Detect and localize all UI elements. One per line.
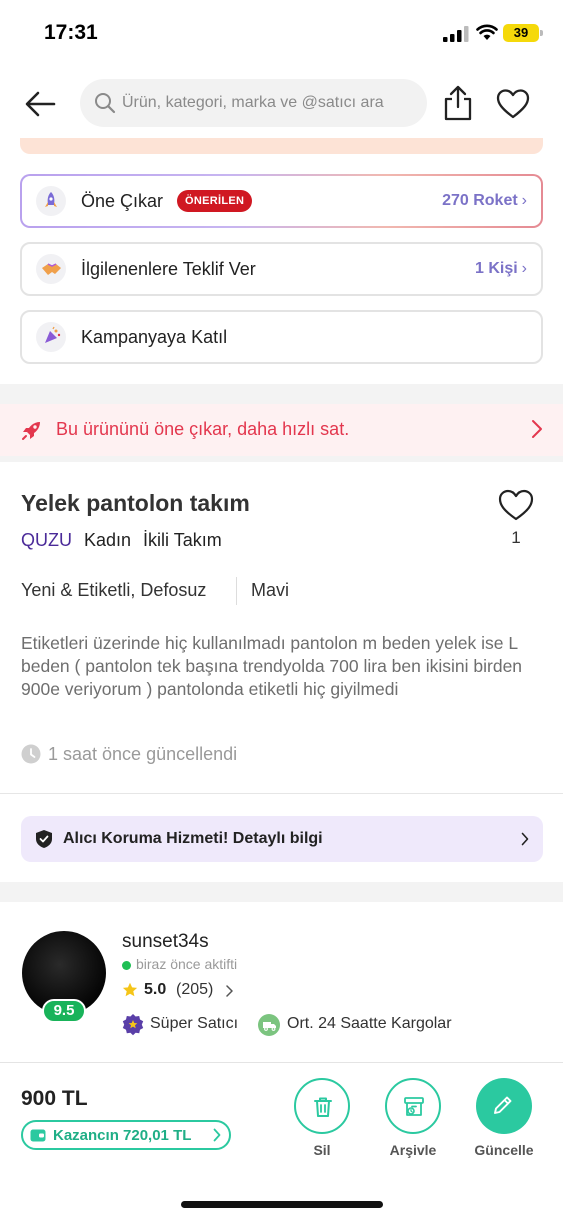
- boost-card-value: 270 Roket ›: [442, 192, 527, 210]
- star-icon: [122, 982, 138, 997]
- fast-shipping-icon: [258, 1014, 280, 1036]
- delete-button[interactable]: [294, 1078, 350, 1134]
- like-heart-icon[interactable]: [497, 488, 535, 522]
- product-condition: Yeni & Etiketli, Defosuz: [21, 580, 207, 600]
- search-icon: [95, 93, 116, 114]
- battery-indicator: 39: [503, 24, 539, 42]
- campaign-icon: [36, 322, 66, 352]
- chevron-right-icon: [213, 1128, 221, 1142]
- bottom-action-bar: 900 TL Kazancın 720,01 TL Sil Arşivle Gü…: [0, 1062, 563, 1218]
- earnings-button[interactable]: Kazancın 720,01 TL: [21, 1120, 231, 1150]
- promo-text: Bu ürününü öne çıkar, daha hızlı sat.: [56, 419, 350, 439]
- product-meta: QUZU Kadın İkili Takım: [21, 530, 234, 551]
- chevron-right-icon[interactable]: [226, 985, 233, 997]
- offer-card-label: İlgilenenlere Teklif Ver: [81, 259, 256, 279]
- back-arrow-icon[interactable]: [22, 88, 58, 120]
- pencil-icon: [494, 1096, 512, 1114]
- seller-activity: biraz önce aktifti: [136, 956, 238, 972]
- battery-cap: [540, 30, 543, 36]
- super-seller-badge: Süper Satıcı: [150, 1015, 239, 1032]
- boost-card-label: Öne Çıkar: [81, 191, 164, 211]
- section-gap: [0, 384, 563, 404]
- brand-link[interactable]: QUZU: [21, 530, 72, 550]
- seller-rating: 5.0: [144, 981, 167, 998]
- campaign-card[interactable]: Kampanyaya Katıl: [20, 310, 543, 364]
- seller-score-badge: 9.5: [42, 999, 86, 1023]
- buyer-protection-banner[interactable]: Alıcı Koruma Hizmeti! Detaylı bilgi: [21, 816, 543, 862]
- product-description: Etiketleri üzerinde hiç kullanılmadı pan…: [21, 633, 523, 699]
- gender-link[interactable]: Kadın: [84, 530, 131, 550]
- search-input[interactable]: Ürün, kategori, marka ve @satıcı ara: [122, 94, 384, 112]
- chevron-right-icon: [521, 832, 529, 846]
- signal-icon: [443, 26, 469, 42]
- status-time: 17:31: [44, 21, 98, 44]
- online-status-dot: [122, 961, 131, 970]
- like-count: 1: [511, 528, 521, 547]
- category-link[interactable]: İkili Takım: [143, 530, 222, 550]
- delete-label: Sil: [313, 1142, 331, 1158]
- campaign-card-label: Kampanyaya Katıl: [81, 327, 228, 347]
- recommended-badge: ÖNERİLEN: [177, 190, 253, 212]
- rocket-icon: [22, 422, 40, 440]
- rocket-count: 270 Roket: [442, 192, 518, 209]
- archive-icon: [404, 1097, 424, 1116]
- review-count[interactable]: (205): [176, 981, 213, 999]
- updated-time: 1 saat önce güncellendi: [48, 744, 238, 764]
- offer-card[interactable]: İlgilenenlere Teklif Ver 1 Kişi ›: [20, 242, 543, 296]
- section-gap: [0, 456, 563, 462]
- chevron-right-icon: [532, 420, 542, 438]
- share-icon[interactable]: [442, 84, 474, 122]
- update-label: Güncelle: [474, 1142, 534, 1158]
- attribute-divider: [236, 577, 237, 605]
- update-button[interactable]: [476, 1078, 532, 1134]
- rocket-icon: [36, 186, 66, 216]
- wifi-icon: [476, 24, 498, 40]
- search-bar[interactable]: Ürün, kategori, marka ve @satıcı ara: [80, 79, 427, 127]
- shield-check-icon: [36, 830, 52, 848]
- price: 900 TL: [21, 1087, 88, 1110]
- wallet-icon: [30, 1129, 46, 1142]
- archive-button[interactable]: [385, 1078, 441, 1134]
- trash-icon: [314, 1097, 332, 1117]
- handshake-icon: [36, 254, 66, 284]
- clock-icon: [21, 744, 41, 764]
- boost-card-featured[interactable]: Öne Çıkar ÖNERİLEN 270 Roket ›: [20, 174, 543, 228]
- section-gap: [0, 882, 563, 902]
- earnings-text: Kazancın 720,01 TL: [53, 1127, 192, 1144]
- status-bar: 17:31 39: [0, 0, 563, 66]
- heart-icon[interactable]: [496, 88, 530, 120]
- info-banner-edge: [20, 138, 543, 154]
- chevron-right-icon: ›: [521, 260, 527, 277]
- home-indicator: [181, 1201, 383, 1208]
- seller-username[interactable]: sunset34s: [122, 931, 209, 953]
- archive-label: Arşivle: [389, 1142, 437, 1158]
- divider: [0, 793, 563, 794]
- product-color: Mavi: [251, 580, 290, 600]
- offer-card-value: 1 Kişi ›: [475, 260, 527, 278]
- super-seller-icon: [122, 1014, 144, 1036]
- buyer-protection-text: Alıcı Koruma Hizmeti! Detaylı bilgi: [63, 830, 323, 847]
- top-bar: Ürün, kategori, marka ve @satıcı ara: [0, 66, 563, 142]
- chevron-right-icon: ›: [521, 192, 527, 209]
- shipping-badge: Ort. 24 Saatte Kargolar: [287, 1015, 452, 1032]
- interested-count: 1 Kişi: [474, 260, 518, 277]
- product-title: Yelek pantolon takım: [21, 490, 250, 516]
- promo-banner[interactable]: Bu ürününü öne çıkar, daha hızlı sat.: [0, 404, 563, 456]
